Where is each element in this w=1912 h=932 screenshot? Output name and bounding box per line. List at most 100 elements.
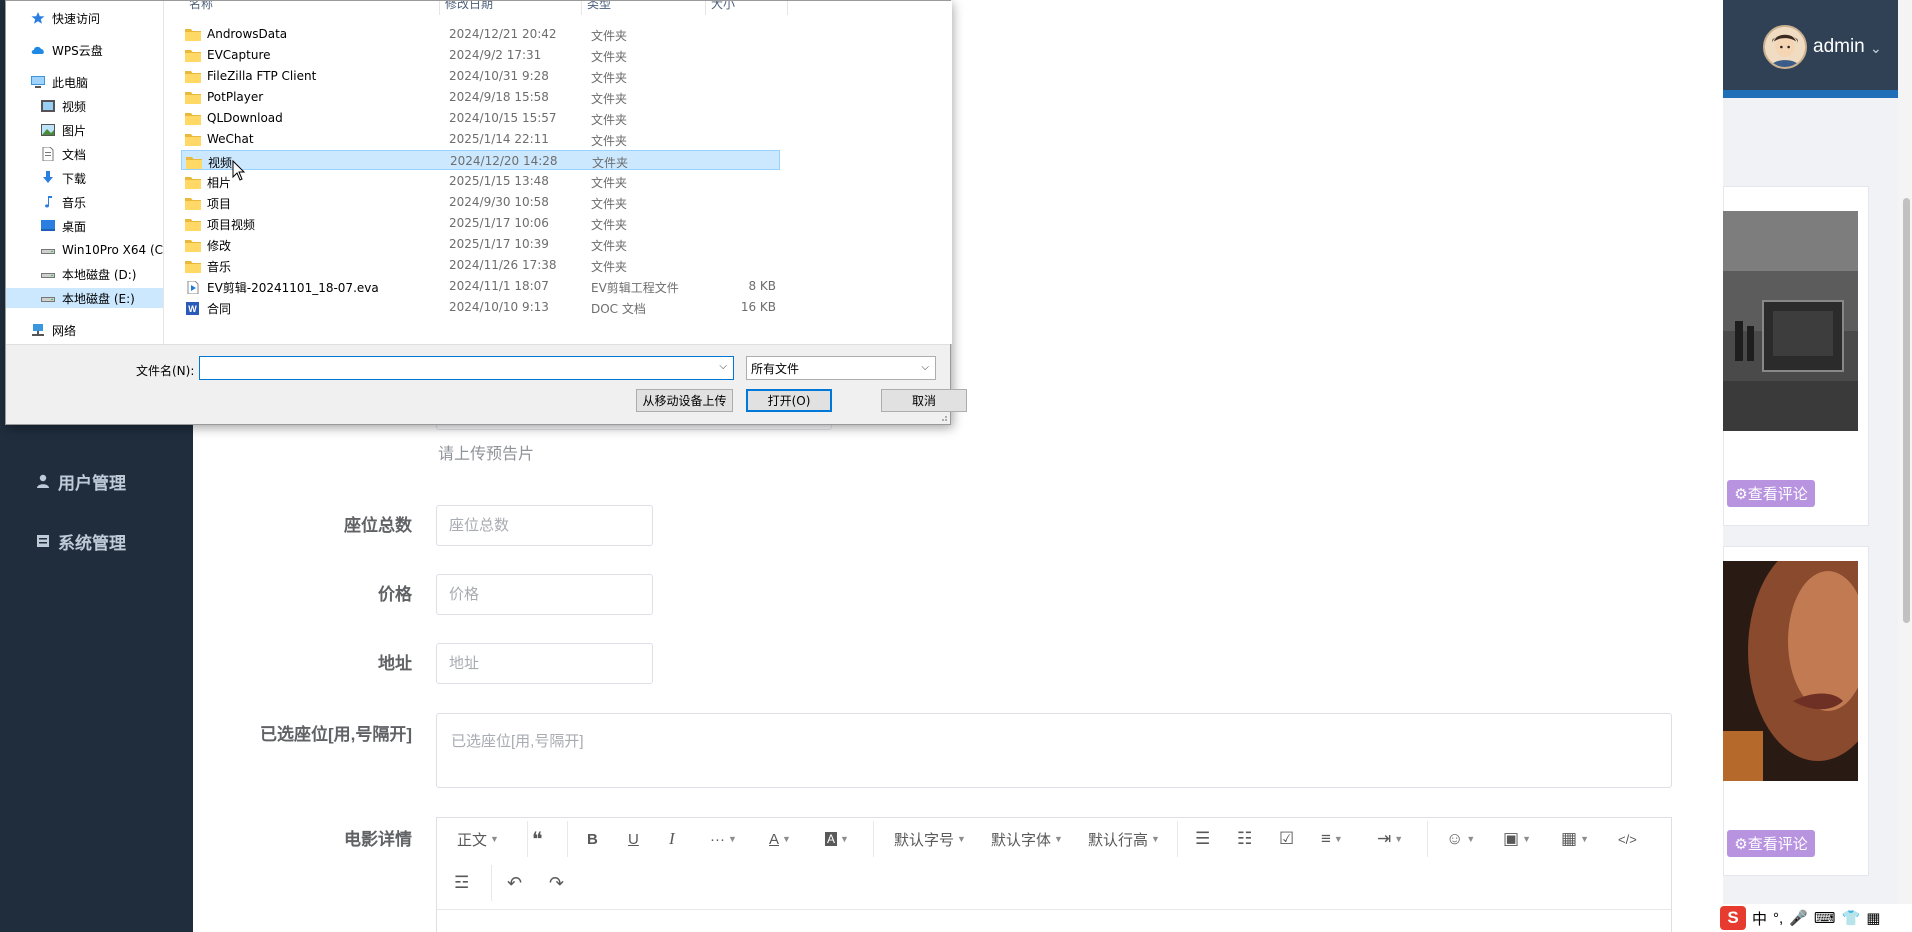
file-row[interactable]: EV剪辑-20241101_18-07.eva 2024/11/1 18:07 EV… [181, 276, 780, 296]
redo-icon[interactable]: ↷ [549, 869, 564, 897]
skin-icon[interactable]: 👕 [1842, 909, 1861, 927]
scrollbar-thumb[interactable] [1903, 198, 1910, 623]
file-type-select[interactable]: 所有文件 ⌵ [746, 356, 936, 380]
font-size-dropdown[interactable]: 默认字号 ▼ [894, 825, 966, 853]
sogou-icon[interactable]: S [1720, 906, 1746, 930]
file-row[interactable]: FileZilla FTP Client 2024/10/31 9:28 文件夹 [181, 66, 780, 86]
file-row[interactable]: WeChat 2025/1/14 22:11 文件夹 [181, 129, 780, 149]
cancel-button[interactable]: 取消 [881, 389, 967, 412]
nav-item[interactable]: 音乐 [40, 192, 86, 212]
file-row[interactable]: W 合同 2024/10/10 9:13 DOC 文档 16 KB [181, 297, 780, 317]
file-row[interactable]: PotPlayer 2024/9/18 15:58 文件夹 [181, 87, 780, 107]
todo-icon[interactable]: ☑ [1279, 825, 1294, 853]
file-name: 合同 [207, 302, 232, 316]
file-row[interactable]: AndrowsData 2024/12/21 20:42 文件夹 [181, 24, 780, 44]
nav-item-label: 下载 [62, 171, 87, 186]
admin-username[interactable]: admin [1813, 36, 1865, 58]
col-div [705, 1, 706, 15]
movie-poster[interactable] [1723, 541, 1888, 781]
justify-icon[interactable]: ≡ ▼ [1321, 825, 1343, 853]
more-icon[interactable]: ··· ▼ [710, 825, 737, 853]
font-color-icon[interactable]: A ▼ [769, 825, 791, 853]
table-icon[interactable]: ▦ ▼ [1561, 825, 1589, 853]
emoji-icon[interactable]: ☺ ▼ [1446, 825, 1475, 853]
column-header-type[interactable]: 类型 [587, 1, 611, 12]
nav-item[interactable]: 下载 [40, 168, 86, 188]
ime-toolbar[interactable]: S 中 °, 🎤 ⌨ 👕 ▦ [1716, 904, 1912, 932]
file-row[interactable]: 相片 2025/1/15 13:48 文件夹 [181, 171, 780, 191]
price-input[interactable] [436, 574, 653, 615]
nav-item[interactable]: Win10Pro X64 (C:) [40, 240, 163, 260]
chevron-down-icon[interactable]: ⌵ [921, 362, 929, 373]
sidebar-item-system-management[interactable]: 系统管理 [36, 529, 126, 553]
paragraph-style-dropdown[interactable]: 正文 ▼ [457, 825, 499, 853]
blockquote-icon[interactable]: ❝ [532, 825, 543, 853]
nav-item[interactable]: 本地磁盘 (E:) [6, 288, 163, 308]
nav-item[interactable]: 桌面 [40, 216, 86, 236]
nav-item[interactable]: 快速访问 [30, 8, 100, 28]
selected-seats-textarea[interactable] [436, 713, 1672, 788]
ime-language[interactable]: 中 [1752, 908, 1767, 929]
view-reviews-button[interactable]: ⚙ 查看评论 [1727, 830, 1815, 857]
mouse-cursor-icon [232, 160, 246, 181]
nav-item[interactable]: 文档 [40, 144, 86, 164]
nav-item[interactable]: 此电脑 [30, 72, 88, 92]
file-type: 文件夹 [591, 197, 628, 211]
tools-icon[interactable]: ▦ [1866, 909, 1880, 927]
movie-poster[interactable] [1723, 211, 1858, 431]
column-header-name[interactable]: 名称 [189, 1, 213, 12]
resize-grip-icon[interactable] [938, 412, 948, 422]
numbered-list-icon[interactable]: ☷ [1237, 825, 1252, 853]
file-row[interactable]: 项目视频 2025/1/17 10:06 文件夹 [181, 213, 780, 233]
microphone-icon[interactable]: 🎤 [1789, 909, 1808, 927]
divider-icon[interactable]: ☲ [454, 869, 469, 897]
column-header-date[interactable]: 修改日期 [445, 1, 493, 12]
indent-icon[interactable]: ⇥ ▼ [1377, 825, 1403, 853]
image-icon[interactable]: ▣ ▼ [1503, 825, 1531, 853]
filename-input[interactable] [200, 357, 710, 379]
file-date: 2024/11/26 17:38 [449, 258, 557, 272]
file-date: 2024/12/21 20:42 [449, 27, 557, 41]
file-name-cell: 项目视频 [185, 216, 255, 233]
rich-text-editor[interactable]: 正文 ▼ ❝ B U I ··· ▼ A ▼ A ▼ 默认字号 ▼ 默认字体 ▼ 默认行高 ▼… [436, 817, 1672, 932]
bulleted-list-icon[interactable]: ☰ [1195, 825, 1210, 853]
file-row[interactable]: 音乐 2024/11/26 17:38 文件夹 [181, 255, 780, 275]
undo-icon[interactable]: ↶ [507, 869, 522, 897]
seat-count-input[interactable] [436, 505, 653, 546]
avatar[interactable] [1763, 25, 1807, 69]
file-row[interactable]: 修改 2025/1/17 10:39 文件夹 [181, 234, 780, 254]
view-reviews-button[interactable]: ⚙ 查看评论 [1727, 480, 1815, 507]
line-height-dropdown[interactable]: 默认行高 ▼ [1088, 825, 1160, 853]
address-input[interactable] [436, 643, 653, 684]
upload-from-mobile-button[interactable]: 从移动设备上传 [636, 389, 733, 412]
bold-icon[interactable]: B [587, 825, 598, 853]
font-family-dropdown[interactable]: 默认字体 ▼ [991, 825, 1063, 853]
column-header-size[interactable]: 大小 [711, 1, 735, 12]
nav-item[interactable]: 本地磁盘 (D:) [40, 264, 136, 284]
file-row[interactable]: 视频 2024/12/20 14:28 文件夹 [181, 150, 780, 170]
nav-item[interactable]: 视频 [40, 96, 86, 116]
address-label: 地址 [378, 654, 412, 673]
navigation-pane[interactable]: 快速访问 WPS云盘此电脑视频图片文档下载音乐桌面 Win10Pro X64 (C:… [6, 1, 164, 344]
file-open-dialog: 快速访问 WPS云盘 此电脑 视频 图片 文档 下载 音乐 桌面 Win10Pro X64 (C:… [5, 0, 967, 425]
nav-item[interactable]: 网络 [30, 320, 76, 340]
sidebar-item-user-management[interactable]: 用户管理 [36, 469, 126, 493]
underline-icon[interactable]: U [628, 825, 639, 853]
background-color-icon[interactable]: A ▼ [825, 825, 849, 853]
file-name: 视频 [208, 156, 233, 170]
chevron-down-icon[interactable]: ⌵ [719, 361, 727, 372]
open-button[interactable]: 打开(O) [746, 389, 832, 412]
file-row[interactable]: QLDownload 2024/10/15 15:57 文件夹 [181, 108, 780, 128]
italic-icon[interactable]: I [669, 825, 675, 853]
code-icon[interactable]: </> [1618, 825, 1637, 853]
chevron-down-icon[interactable]: ⌄ [1870, 40, 1882, 57]
punctuation-icon[interactable]: °, [1773, 910, 1783, 927]
file-row[interactable]: 项目 2024/9/30 10:58 文件夹 [181, 192, 780, 212]
file-list-pane[interactable]: 名称 修改日期 类型 大小 AndrowsData 2024/12/21 20:4… [164, 1, 952, 344]
file-row[interactable]: EVCapture 2024/9/2 17:31 文件夹 [181, 45, 780, 65]
file-type: 文件夹 [592, 156, 629, 170]
nav-item[interactable]: 图片 [40, 120, 86, 140]
keyboard-icon[interactable]: ⌨ [1814, 909, 1836, 927]
filename-combobox[interactable]: ⌵ [199, 356, 734, 380]
nav-item[interactable]: WPS云盘 [30, 40, 103, 60]
